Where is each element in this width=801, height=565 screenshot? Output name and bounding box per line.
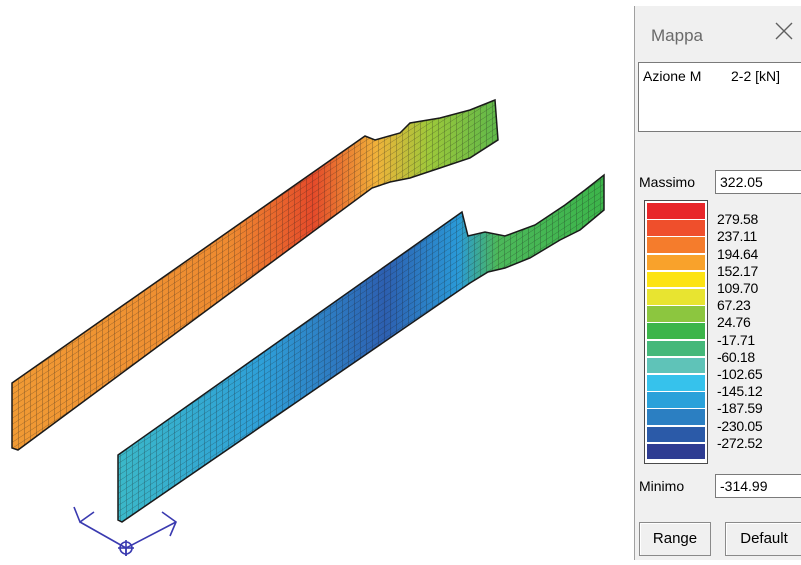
legend-swatch (647, 409, 705, 426)
action-direction: 2-2 [kN] (731, 68, 781, 84)
legend-value: -230.05 (717, 417, 763, 434)
legend-value: -187.59 (717, 400, 763, 417)
legend-value: 152.17 (717, 262, 759, 279)
legend-value: -102.65 (717, 366, 763, 382)
legend-swatch (647, 271, 705, 288)
near-wall (117, 173, 605, 523)
model-viewport[interactable] (0, 0, 630, 560)
legend-value: -17.71 (717, 331, 755, 348)
legend-value: 194.64 (717, 245, 759, 262)
legend-value: 67.23 (717, 297, 751, 314)
legend-swatch (647, 289, 705, 305)
legend-swatch (647, 323, 705, 340)
panel-title: Mappa (651, 26, 703, 45)
legend-value: 279.58 (717, 211, 759, 228)
action-label: Azione M (643, 68, 702, 84)
stress-map-drawing (11, 98, 605, 556)
legend-swatch (647, 254, 705, 271)
action-selector[interactable]: Azione M 2-2 [kN] (638, 62, 801, 132)
legend-swatch (647, 392, 705, 408)
color-legend (644, 200, 708, 464)
min-input[interactable]: -314.99 (715, 474, 801, 498)
legend-swatch (647, 443, 705, 460)
legend-swatch (647, 203, 705, 219)
legend-value: -145.12 (717, 383, 763, 400)
legend-value: 237.11 (717, 228, 757, 245)
range-button[interactable]: Range (639, 522, 711, 556)
legend-swatch (647, 237, 705, 254)
legend-value: -272.52 (717, 434, 763, 451)
default-button[interactable]: Default (725, 522, 801, 556)
legend-value: 24.76 (717, 314, 751, 331)
mappa-panel: Mappa Azione M 2-2 [kN] Massimo 322.05 2… (634, 6, 801, 560)
max-input[interactable]: 322.05 (715, 170, 801, 194)
legend-swatch (647, 306, 705, 322)
legend-value: 109.70 (717, 280, 759, 296)
legend-swatch (647, 426, 705, 443)
max-label: Massimo (639, 174, 696, 190)
legend-swatch (647, 357, 705, 374)
legend-swatch (647, 375, 705, 391)
close-icon[interactable] (773, 20, 795, 42)
legend-swatch (647, 340, 705, 357)
legend-swatch (647, 220, 705, 236)
min-label: Minimo (639, 478, 685, 494)
legend-value: -60.18 (717, 348, 755, 365)
